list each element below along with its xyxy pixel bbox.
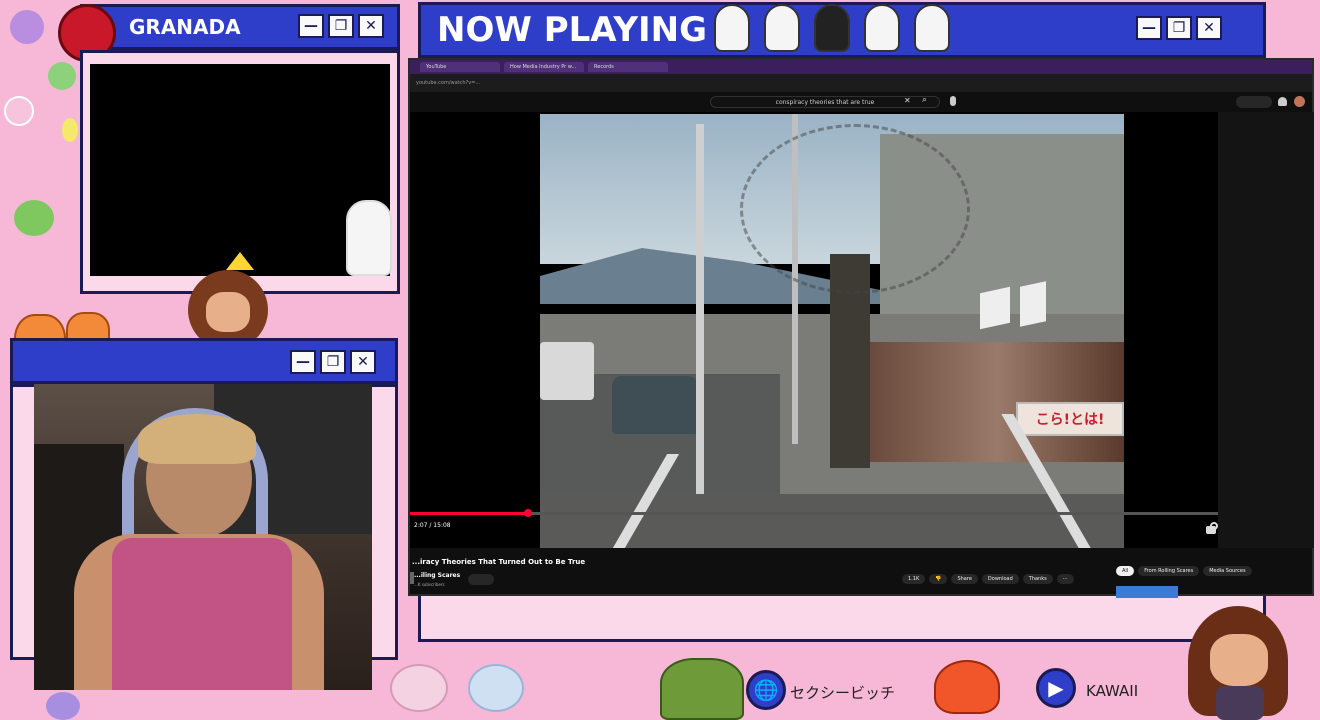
- progress-fill: [410, 512, 528, 515]
- address-bar[interactable]: youtube.com/watch?v=...: [410, 74, 1312, 92]
- pink-flower-icon: [4, 96, 34, 126]
- yellow-flower-icon: [62, 118, 78, 142]
- webcam-close-button[interactable]: ✕: [350, 350, 376, 374]
- granada-black-panel: [90, 64, 390, 276]
- green-robot-sticker: [660, 658, 744, 720]
- webcam-maximize-button[interactable]: ❐: [320, 350, 346, 374]
- related-sidebar: [1218, 112, 1314, 548]
- chibi-character-sticker-2: [1180, 606, 1290, 720]
- webcam-minimize-button[interactable]: —: [290, 350, 316, 374]
- youtube-header: conspiracy theories that are true ✕ ⌕: [410, 92, 1312, 112]
- crown-icon: [226, 252, 254, 270]
- blue-mochi-sticker: [468, 664, 524, 712]
- mic-icon[interactable]: [950, 96, 956, 106]
- bottom-link-1[interactable]: セクシービッチ: [790, 682, 895, 703]
- clear-search-icon[interactable]: ✕: [904, 96, 911, 105]
- purple-flower-icon: [10, 10, 44, 44]
- video-title: ...iracy Theories That Turned Out to Be …: [412, 558, 586, 566]
- channel-name[interactable]: ...iling Scares: [414, 572, 460, 579]
- now-playing-maximize-button[interactable]: ❐: [1166, 16, 1192, 40]
- webcam-feed: [34, 384, 372, 690]
- search-icon[interactable]: ⌕: [922, 95, 927, 105]
- share-button[interactable]: Share: [951, 574, 978, 584]
- browser-window: YouTube How Media Industry Pr w... Recor…: [408, 58, 1314, 598]
- now-playing-title: NOW PLAYING: [437, 10, 707, 50]
- now-playing-close-button[interactable]: ✕: [1196, 16, 1222, 40]
- related-chip-media[interactable]: Media Sources: [1203, 566, 1252, 576]
- green-flower-icon: [48, 62, 76, 90]
- granada-maximize-button[interactable]: ❐: [328, 14, 354, 38]
- white-cat-sticker: [346, 200, 392, 276]
- create-button[interactable]: [1236, 96, 1272, 108]
- subscribe-bell-button[interactable]: [468, 574, 494, 585]
- address-text: youtube.com/watch?v=...: [416, 80, 481, 86]
- green-winged-blob-icon: [14, 200, 54, 236]
- related-chip-all[interactable]: All: [1116, 566, 1135, 576]
- play-icon[interactable]: ▶: [1036, 668, 1076, 708]
- globe-icon[interactable]: 🌐: [746, 670, 786, 710]
- bottom-link-2[interactable]: KAWAII: [1086, 682, 1138, 700]
- mascot-row-sticker: [714, 4, 958, 54]
- related-chip-channel[interactable]: From Rolling Scares: [1138, 566, 1200, 576]
- browser-tab[interactable]: How Media Industry Pr w...: [504, 62, 584, 72]
- now-playing-minimize-button[interactable]: —: [1136, 16, 1162, 40]
- more-actions-button[interactable]: ⋯: [1056, 574, 1074, 584]
- browser-tab-bar: YouTube How Media Industry Pr w... Recor…: [410, 60, 1312, 74]
- download-button[interactable]: Download: [981, 574, 1019, 584]
- purple-blob-sticker: [46, 692, 80, 720]
- protest-sign: こら!とは!: [1016, 402, 1124, 436]
- granada-title: GRANADA: [129, 15, 241, 39]
- avatar[interactable]: [1294, 96, 1305, 107]
- car-sticker: [612, 376, 698, 434]
- search-query: conspiracy theories that are true: [775, 98, 875, 106]
- like-button[interactable]: 1.1K: [902, 574, 926, 584]
- granada-close-button[interactable]: ✕: [358, 14, 384, 38]
- subscriber-count: ...K subscribers: [414, 582, 445, 587]
- related-thumbnail[interactable]: [1116, 586, 1178, 598]
- time-display: 2:07 / 15:08: [414, 522, 451, 529]
- video-player[interactable]: こら!とは! 2:07 / 15:08: [410, 112, 1218, 548]
- browser-tab[interactable]: YouTube: [420, 62, 500, 72]
- progress-scrubber[interactable]: [524, 509, 532, 517]
- dislike-button[interactable]: 👎: [929, 574, 948, 584]
- granada-minimize-button[interactable]: —: [298, 14, 324, 38]
- video-frame: こら!とは!: [540, 114, 1124, 548]
- fire-creature-sticker: [934, 660, 1000, 714]
- subtitles-icon[interactable]: [1206, 526, 1216, 534]
- thanks-button[interactable]: Thanks: [1022, 574, 1053, 584]
- notifications-icon[interactable]: [1278, 97, 1287, 106]
- pink-mochi-sticker: [390, 664, 448, 712]
- browser-tab[interactable]: Records: [588, 62, 668, 72]
